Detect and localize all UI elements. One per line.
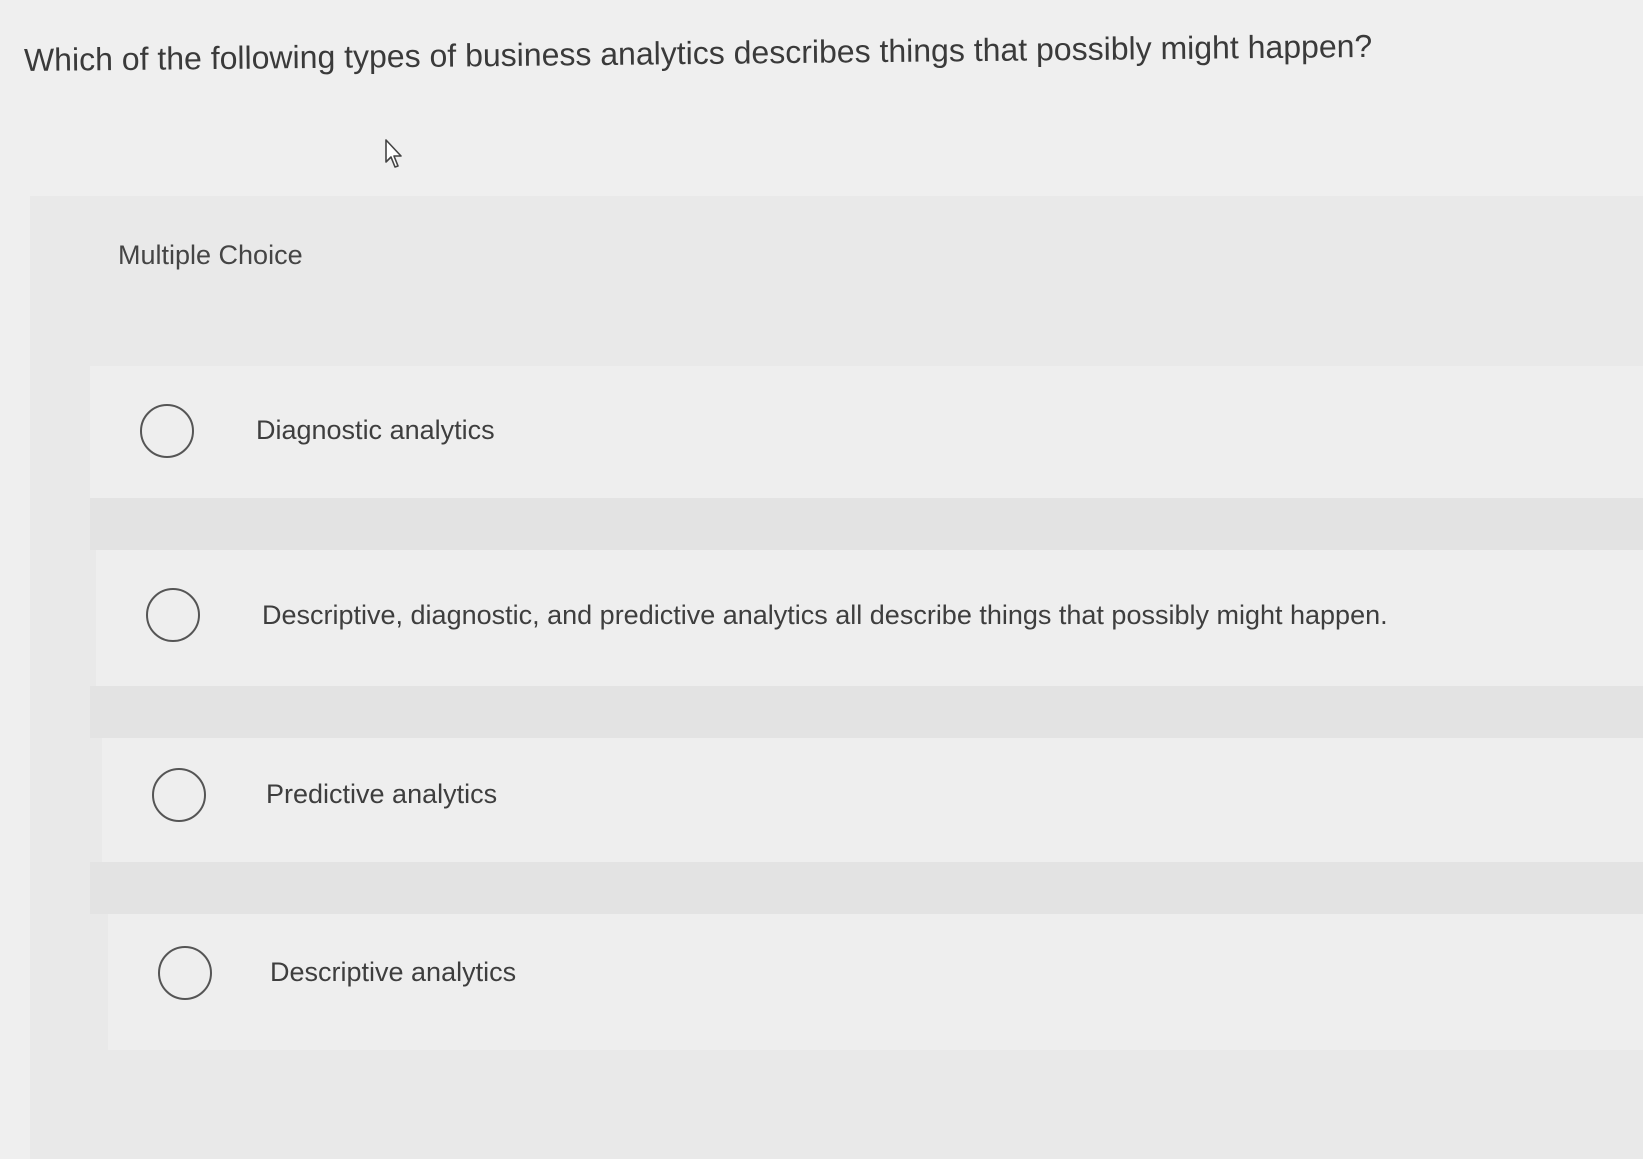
radio-unchecked-icon[interactable] [152, 768, 206, 822]
mouse-pointer-icon [385, 139, 402, 168]
row-divider [90, 686, 1643, 738]
row-divider [90, 862, 1643, 914]
radio-unchecked-icon[interactable] [140, 404, 194, 458]
choice-option-predictive[interactable]: Predictive analytics [102, 738, 1643, 862]
question-text: Which of the following types of business… [23, 27, 1373, 78]
choice-option-descriptive[interactable]: Descriptive analytics [108, 914, 1643, 1050]
choice-label: Predictive analytics [266, 779, 498, 809]
row-divider [90, 498, 1643, 550]
choice-label: Descriptive, diagnostic, and predictive … [262, 600, 1388, 630]
choice-option-diagnostic[interactable]: Diagnostic analytics [90, 366, 1643, 498]
choice-label: Descriptive analytics [270, 957, 517, 987]
choice-label: Diagnostic analytics [256, 415, 495, 445]
multiple-choice-label: Multiple Choice [118, 240, 303, 270]
radio-unchecked-icon[interactable] [158, 946, 212, 1000]
radio-unchecked-icon[interactable] [146, 588, 200, 642]
choice-option-all-three[interactable]: Descriptive, diagnostic, and predictive … [96, 550, 1643, 686]
